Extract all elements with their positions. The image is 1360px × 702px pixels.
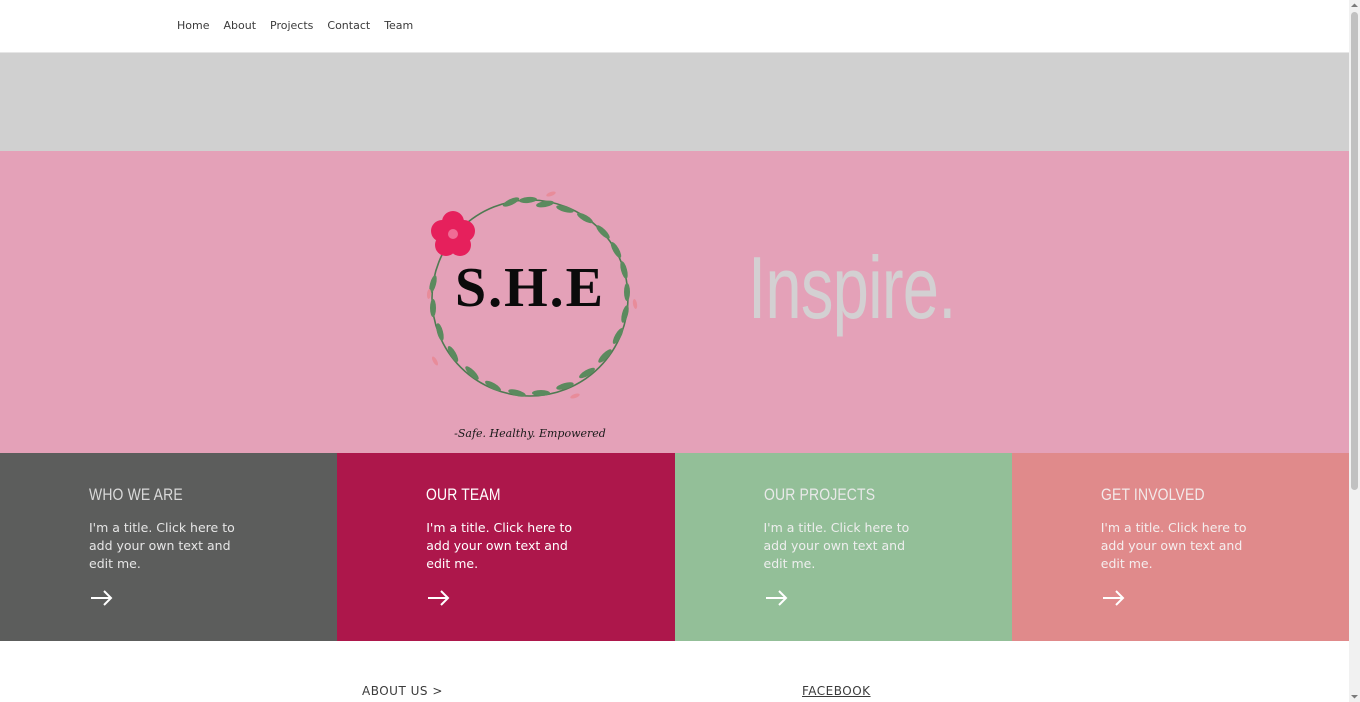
tile-title: OUR TEAM: [426, 485, 501, 504]
arrow-right-icon[interactable]: [1101, 586, 1127, 610]
tile-title: OUR PROJECTS: [763, 485, 875, 504]
page-scrollbar[interactable]: [1349, 0, 1360, 702]
header-grey-band: [0, 53, 1349, 151]
about-us-link[interactable]: ABOUT US >: [362, 684, 443, 698]
arrow-right-icon[interactable]: [764, 586, 790, 610]
tile-our-projects[interactable]: OUR PROJECTS I'm a title. Click here to …: [674, 453, 1012, 641]
tile-content: OUR PROJECTS I'm a title. Click here to …: [764, 485, 924, 573]
feature-tiles: WHO WE ARE I'm a title. Click here to ad…: [0, 453, 1349, 641]
scrollbar-thumb[interactable]: [1351, 12, 1358, 490]
hero-title: Inspire.: [748, 238, 956, 337]
tile-content: GET INVOLVED I'm a title. Click here to …: [1101, 485, 1261, 573]
tile-title: WHO WE ARE: [89, 485, 183, 504]
nav-menu: Home About Projects Contact Team: [177, 19, 413, 33]
tile-title: GET INVOLVED: [1100, 485, 1205, 504]
nav-item-projects[interactable]: Projects: [270, 19, 313, 33]
she-logo: S.H.E -Safe. Healthy. Empowered: [415, 186, 645, 446]
tile-text: I'm a title. Click here to add your own …: [426, 520, 572, 571]
logo-tagline: -Safe. Healthy. Empowered: [454, 427, 606, 440]
nav-item-team[interactable]: Team: [384, 19, 413, 33]
scroll-up-icon[interactable]: [1350, 1, 1359, 10]
tile-content: OUR TEAM I'm a title. Click here to add …: [426, 485, 586, 573]
tile-who-we-are[interactable]: WHO WE ARE I'm a title. Click here to ad…: [0, 453, 338, 641]
nav-item-about[interactable]: About: [223, 19, 256, 33]
nav-item-contact[interactable]: Contact: [327, 19, 370, 33]
tile-text: I'm a title. Click here to add your own …: [1100, 520, 1247, 571]
tile-content: WHO WE ARE I'm a title. Click here to ad…: [89, 485, 249, 573]
scroll-down-icon[interactable]: [1350, 692, 1359, 701]
footer: ABOUT US > FACEBOOK: [0, 641, 1349, 702]
tile-our-team[interactable]: OUR TEAM I'm a title. Click here to add …: [337, 453, 675, 641]
arrow-right-icon[interactable]: [89, 586, 115, 610]
facebook-link[interactable]: FACEBOOK: [802, 684, 871, 698]
arrow-right-icon[interactable]: [426, 586, 452, 610]
top-navigation: Home About Projects Contact Team: [0, 0, 1349, 53]
tile-get-involved[interactable]: GET INVOLVED I'm a title. Click here to …: [1011, 453, 1349, 641]
nav-item-home[interactable]: Home: [177, 19, 209, 33]
tile-text: I'm a title. Click here to add your own …: [763, 520, 910, 571]
logo-letters: S.H.E: [454, 257, 606, 319]
tile-text: I'm a title. Click here to add your own …: [89, 520, 235, 571]
hero-section: [0, 151, 1349, 453]
